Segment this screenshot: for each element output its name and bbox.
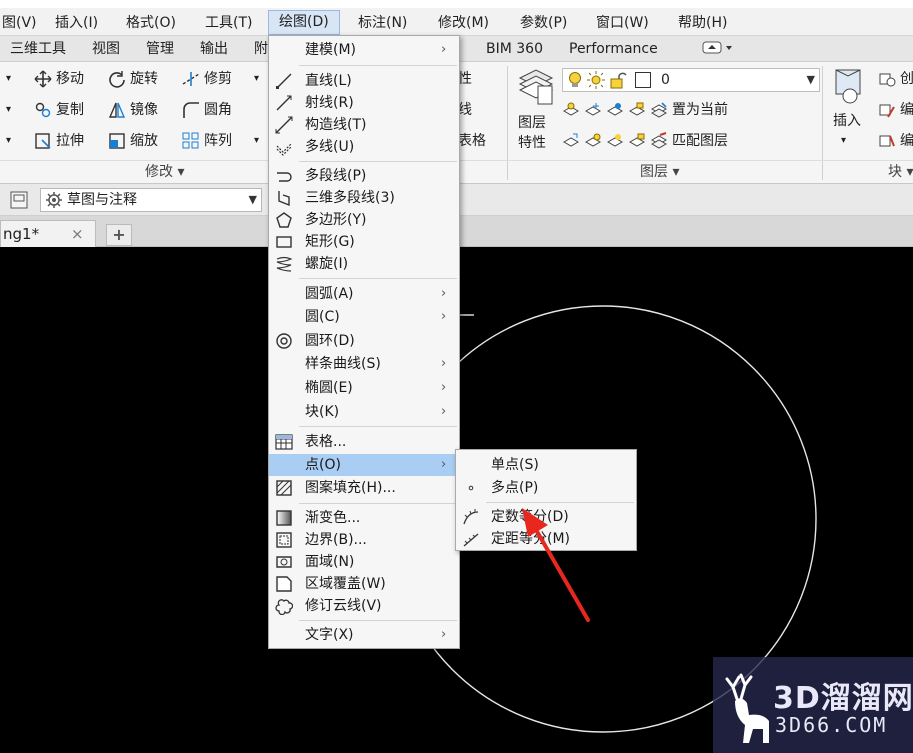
watermark-brand: 3D溜溜网 bbox=[773, 681, 913, 716]
watermark-domain: 3D66.COM bbox=[775, 713, 888, 737]
annotation-arrow bbox=[522, 508, 590, 622]
deer-logo-icon bbox=[725, 673, 769, 743]
watermark-logo: 3D溜溜网 3D66.COM bbox=[713, 657, 913, 753]
